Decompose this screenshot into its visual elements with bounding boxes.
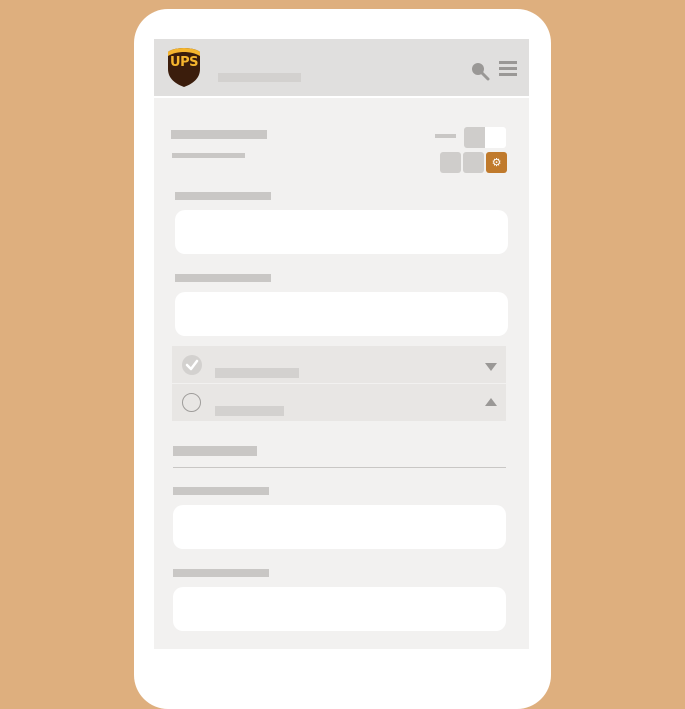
- accordion-item-2[interactable]: [172, 384, 506, 421]
- section-heading-placeholder: [171, 130, 267, 139]
- accordion-item-1-label-placeholder: [215, 368, 299, 378]
- search-icon[interactable]: [470, 61, 490, 81]
- field-label-placeholder-4: [173, 569, 269, 577]
- app-screen: UPS ⚙: [154, 39, 529, 649]
- chevron-up-icon: [485, 398, 497, 406]
- subsection-heading-placeholder: [173, 446, 257, 456]
- input-field-2[interactable]: [175, 292, 508, 336]
- toggle-label-placeholder: [435, 134, 456, 138]
- pending-step-indicator: [182, 393, 201, 412]
- accordion-item-2-label-placeholder: [215, 406, 284, 416]
- view-option-button-2[interactable]: [463, 152, 484, 173]
- accordion-item-1[interactable]: [172, 346, 506, 384]
- settings-button[interactable]: ⚙: [486, 152, 507, 173]
- toggle-option-left[interactable]: [464, 127, 485, 148]
- hamburger-menu-icon[interactable]: [499, 61, 517, 77]
- ups-logo[interactable]: UPS: [167, 47, 201, 88]
- toggle-option-right[interactable]: [485, 127, 506, 148]
- top-navigation-bar: UPS: [154, 39, 529, 98]
- completed-step-indicator: [182, 355, 202, 375]
- logo-wordmark: UPS: [170, 55, 198, 70]
- checkmark-icon: [185, 359, 199, 371]
- section-divider: [173, 467, 506, 468]
- page-title-placeholder: [218, 73, 301, 82]
- section-subheading-placeholder: [172, 153, 245, 158]
- field-label-placeholder-1: [175, 192, 271, 200]
- view-option-button-1[interactable]: [440, 152, 461, 173]
- gear-icon: ⚙: [491, 156, 502, 169]
- field-label-placeholder-3: [173, 487, 269, 495]
- chevron-down-icon: [485, 363, 497, 371]
- input-field-3[interactable]: [173, 505, 506, 549]
- field-label-placeholder-2: [175, 274, 271, 282]
- input-field-4[interactable]: [173, 587, 506, 631]
- input-field-1[interactable]: [175, 210, 508, 254]
